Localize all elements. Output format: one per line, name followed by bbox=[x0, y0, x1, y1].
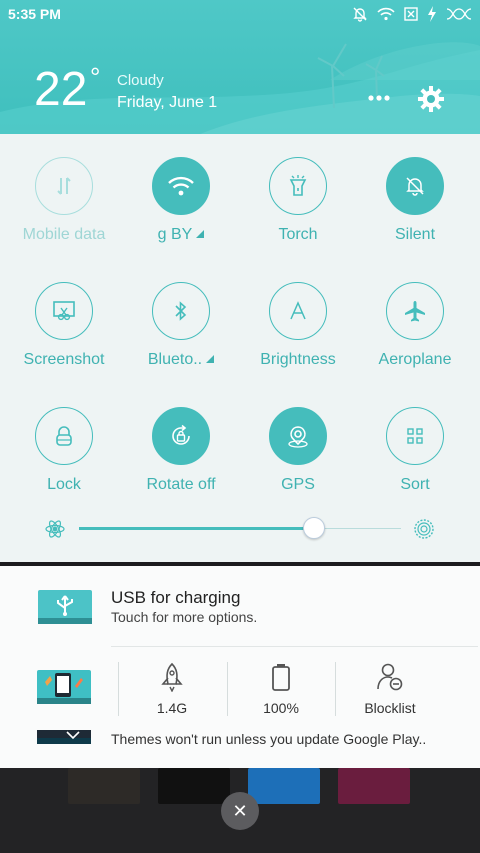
no-sim-icon bbox=[404, 7, 418, 21]
weather-condition: Cloudy bbox=[117, 72, 164, 89]
tile-screenshot[interactable]: Screenshot bbox=[6, 282, 122, 392]
recent-app-thumbnail[interactable] bbox=[338, 768, 410, 804]
slider-track-filled bbox=[79, 527, 314, 530]
rocket-icon bbox=[161, 662, 183, 692]
blocklist-button[interactable]: Blocklist bbox=[336, 662, 444, 718]
wifi-icon bbox=[152, 157, 210, 215]
tile-label: g BY bbox=[117, 226, 245, 244]
tile-aeroplane[interactable]: Aeroplane bbox=[357, 282, 473, 392]
tool-label: Blocklist bbox=[364, 700, 416, 716]
close-icon[interactable]: ✕ bbox=[221, 792, 259, 830]
tile-label: Brightness bbox=[260, 351, 336, 368]
silent-bell-icon bbox=[353, 7, 367, 22]
recent-app-thumbnail[interactable] bbox=[248, 768, 320, 804]
tile-wifi[interactable]: g BY bbox=[123, 157, 239, 267]
more-options-button[interactable] bbox=[364, 88, 394, 108]
brightness-high-icon bbox=[414, 519, 434, 539]
tile-label: Rotate off bbox=[146, 476, 216, 493]
tile-gps[interactable]: GPS bbox=[240, 407, 356, 517]
aeroplane-icon bbox=[386, 282, 444, 340]
status-icons bbox=[352, 5, 472, 23]
gear-icon[interactable] bbox=[416, 84, 446, 114]
tool-label: 1.4G bbox=[156, 700, 188, 716]
bluetooth-icon bbox=[152, 282, 210, 340]
dna-icon bbox=[446, 8, 472, 20]
lock-icon bbox=[35, 407, 93, 465]
battery-icon bbox=[272, 664, 290, 691]
slider-thumb[interactable] bbox=[303, 517, 325, 539]
divider bbox=[111, 646, 478, 647]
recent-app-thumbnail[interactable] bbox=[158, 768, 230, 804]
tile-lock[interactable]: Lock bbox=[6, 407, 122, 517]
sort-grid-icon bbox=[386, 407, 444, 465]
tile-label: Silent bbox=[394, 226, 436, 243]
tile-mobile-data[interactable]: Mobile data bbox=[6, 157, 122, 267]
tile-label-text: Blueto.. bbox=[147, 351, 203, 368]
rotate-lock-icon bbox=[152, 407, 210, 465]
status-time: 5:35 PM bbox=[8, 6, 61, 22]
tile-rotate[interactable]: Rotate off bbox=[123, 407, 239, 517]
recent-app-thumbnail[interactable] bbox=[68, 768, 140, 804]
quick-settings-panel: Mobile data g BY Torch Silent Screenshot… bbox=[0, 134, 480, 562]
tile-label: Torch bbox=[278, 226, 318, 243]
tile-label: Aeroplane bbox=[378, 351, 452, 368]
tile-label: GPS bbox=[281, 476, 315, 493]
brightness-slider[interactable] bbox=[44, 514, 436, 544]
torch-icon bbox=[269, 157, 327, 215]
tile-label: Screenshot bbox=[23, 351, 105, 368]
gps-icon bbox=[269, 407, 327, 465]
usb-notification-title[interactable]: USB for charging bbox=[111, 588, 240, 608]
weather-date: Friday, June 1 bbox=[117, 94, 218, 111]
tile-label-text: g BY bbox=[157, 226, 193, 243]
charging-bolt-icon bbox=[428, 6, 436, 22]
battery-button[interactable]: 100% bbox=[227, 662, 335, 718]
tile-silent[interactable]: Silent bbox=[357, 157, 473, 267]
dropdown-triangle-icon[interactable] bbox=[196, 230, 205, 238]
tile-label: Blueto.. bbox=[117, 351, 245, 369]
status-bar: 5:35 PM bbox=[0, 0, 480, 28]
temperature: 22 bbox=[34, 63, 88, 116]
brightness-low-icon bbox=[45, 520, 65, 538]
silent-bell-icon bbox=[386, 157, 444, 215]
degree-symbol: ° bbox=[90, 62, 101, 92]
tile-torch[interactable]: Torch bbox=[240, 157, 356, 267]
slider-track-empty bbox=[314, 528, 401, 529]
tile-label: Lock bbox=[47, 476, 81, 493]
mobile-data-icon bbox=[35, 157, 93, 215]
tile-label: Mobile data bbox=[22, 226, 106, 243]
brightness-a-icon bbox=[269, 282, 327, 340]
notification-panel: USB for charging Touch for more options.… bbox=[0, 566, 480, 768]
tile-bluetooth[interactable]: Blueto.. bbox=[123, 282, 239, 392]
screenshot-icon bbox=[35, 282, 93, 340]
weather-header: 5:35 PM 22 ° Cloudy Friday, June 1 bbox=[0, 0, 480, 134]
tile-label: Sort bbox=[400, 476, 430, 493]
usb-icon bbox=[38, 590, 92, 624]
cleanup-toolbar: 1.4G 100% Blocklist bbox=[118, 662, 478, 718]
tile-sort[interactable]: Sort bbox=[357, 407, 473, 517]
tile-brightness[interactable]: Brightness bbox=[240, 282, 356, 392]
dropdown-triangle-icon[interactable] bbox=[206, 355, 215, 363]
usb-notification-subtitle[interactable]: Touch for more options. bbox=[111, 609, 257, 625]
themes-app-icon bbox=[37, 730, 91, 744]
tool-label: 100% bbox=[263, 700, 299, 716]
blocklist-user-icon bbox=[377, 663, 403, 691]
security-app-icon bbox=[37, 670, 91, 704]
themes-notification-text[interactable]: Themes won't run unless you update Googl… bbox=[111, 731, 426, 747]
wifi-icon bbox=[377, 7, 395, 21]
memory-boost-button[interactable]: 1.4G bbox=[118, 662, 226, 718]
